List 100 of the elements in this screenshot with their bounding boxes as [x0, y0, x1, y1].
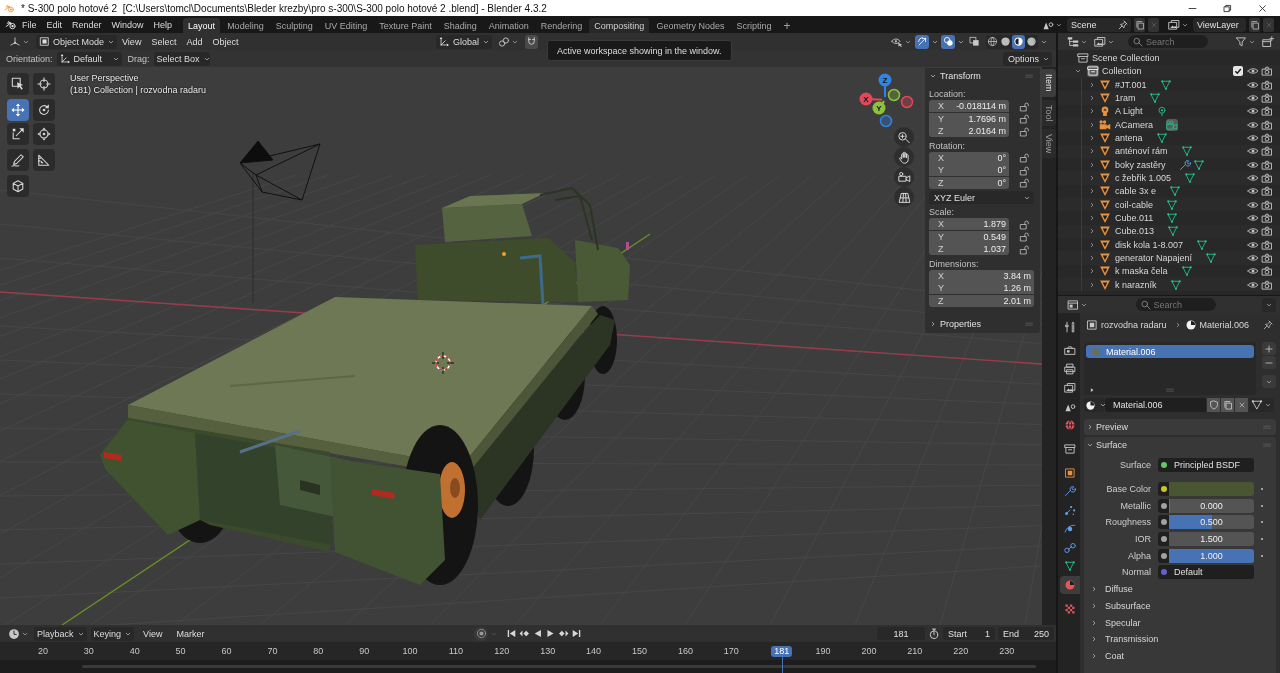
menu-item[interactable]: Window: [106, 17, 149, 32]
socket-button[interactable]: [1158, 482, 1169, 496]
triangle-mesh-icon[interactable]: [1166, 211, 1179, 224]
number-field[interactable]: X 1.879: [929, 218, 1009, 231]
remove-slot-button[interactable]: [1262, 356, 1276, 369]
camera-icon[interactable]: [1261, 265, 1273, 278]
snap-button[interactable]: [525, 34, 538, 49]
current-frame-field[interactable]: 181: [877, 627, 925, 640]
add-workspace-button[interactable]: +: [778, 18, 796, 33]
outliner-row[interactable]: #JT.001: [1058, 77, 1280, 92]
editor-type-button[interactable]: [8, 34, 31, 49]
camera-icon[interactable]: [1261, 145, 1273, 158]
chevron-icon[interactable]: [1088, 107, 1096, 116]
subpanel-header[interactable]: Diffuse: [1084, 580, 1276, 598]
overlays-toggle[interactable]: [941, 34, 955, 49]
material-slot[interactable]: Material.006: [1086, 345, 1254, 358]
skip-end-icon[interactable]: [571, 628, 582, 639]
subpanel-header[interactable]: Subsurface: [1084, 597, 1276, 615]
ring-stem-icon[interactable]: [1155, 105, 1168, 118]
copy-button[interactable]: [1221, 398, 1234, 412]
menu-item[interactable]: Add: [181, 34, 208, 49]
subpanel-header[interactable]: Specular: [1084, 614, 1276, 632]
number-field[interactable]: 1.500: [1169, 532, 1254, 547]
copy-button[interactable]: [1134, 17, 1145, 32]
triangle-mesh-icon[interactable]: [1155, 131, 1168, 144]
fake-user-button[interactable]: [1207, 398, 1220, 412]
add-slot-button[interactable]: [1262, 342, 1276, 355]
outliner-row[interactable]: antena: [1058, 131, 1280, 145]
socket-button[interactable]: [1158, 498, 1169, 513]
workspace-tab[interactable]: Sculpting: [270, 18, 318, 33]
gizmos-toggle[interactable]: [915, 34, 929, 49]
workspace-tab[interactable]: Texture Paint: [374, 18, 437, 33]
reverse-play-icon[interactable]: [532, 628, 543, 639]
stopwatch-icon[interactable]: [928, 627, 940, 640]
editor-type-button[interactable]: [7, 626, 30, 641]
subpanel-header[interactable]: Coat: [1084, 647, 1276, 665]
number-field[interactable]: X -0.018114 m: [929, 100, 1009, 113]
camera-icon[interactable]: [1261, 91, 1273, 104]
socket-button[interactable]: [1158, 515, 1169, 530]
triangle-mesh-icon[interactable]: [1159, 78, 1172, 91]
chevron-icon[interactable]: [1088, 213, 1096, 222]
chevron-icon[interactable]: [1088, 80, 1096, 89]
outliner-row[interactable]: k maska čela: [1058, 264, 1280, 278]
negative-axis-handle[interactable]: [887, 88, 901, 102]
truck-model-drawing[interactable]: [100, 186, 630, 585]
padlock-open-icon[interactable]: [1019, 177, 1030, 189]
workspace-tab[interactable]: Geometry Nodes: [651, 18, 730, 33]
chevron-icon[interactable]: [1088, 187, 1096, 196]
sidebar-tab[interactable]: View: [1042, 129, 1056, 159]
mode-dropdown[interactable]: Object Mode: [36, 34, 118, 49]
triangle-mesh-icon[interactable]: [1169, 185, 1182, 198]
orientation-dropdown[interactable]: Default: [56, 51, 122, 66]
padlock-open-icon[interactable]: [1019, 218, 1030, 230]
menu-item[interactable]: Marker: [171, 626, 210, 641]
xray-toggle[interactable]: [967, 34, 981, 49]
current-frame-marker[interactable]: 181: [771, 645, 793, 657]
material-name-field[interactable]: Material.006: [1105, 398, 1206, 412]
menu-item[interactable]: Render: [67, 17, 107, 32]
chevron-icon[interactable]: [1088, 147, 1096, 156]
negative-axis-handle[interactable]: [900, 95, 914, 109]
panel-header[interactable]: Transform: [929, 68, 981, 83]
outliner-row[interactable]: A Light: [1058, 104, 1280, 118]
tool-button[interactable]: [7, 123, 29, 145]
camera-icon[interactable]: [1261, 158, 1273, 171]
workspace-tab[interactable]: UV Editing: [319, 18, 373, 33]
triangle-mesh-icon[interactable]: [1205, 251, 1218, 264]
tool-button[interactable]: [7, 73, 29, 95]
checkbox[interactable]: [1233, 66, 1243, 77]
skip-start-icon[interactable]: [506, 628, 517, 639]
outliner-row[interactable]: cable 3x e: [1058, 184, 1280, 198]
filter-button[interactable]: [1234, 34, 1257, 49]
camera-icon[interactable]: [1261, 278, 1273, 291]
pivot-button[interactable]: [497, 34, 520, 49]
shader-field[interactable]: Principled BSDF: [1169, 457, 1254, 472]
number-field[interactable]: Z 1.037: [929, 243, 1009, 256]
tool-button[interactable]: [33, 123, 55, 145]
outliner-row[interactable]: disk kola 1-8.007: [1058, 237, 1280, 252]
drag-dropdown[interactable]: Select Box: [153, 51, 210, 66]
sidebar-tab[interactable]: Tool: [1042, 99, 1056, 127]
shading-button[interactable]: [1025, 34, 1038, 49]
triangle-mesh-icon[interactable]: [1180, 265, 1193, 278]
number-field[interactable]: X 3.84 m: [929, 269, 1034, 282]
outliner-row[interactable]: Cube.011: [1058, 211, 1280, 225]
padlock-open-icon[interactable]: [1019, 231, 1030, 243]
tool-button[interactable]: [33, 99, 55, 121]
orientation-dropdown[interactable]: Global: [436, 34, 492, 49]
chevron-icon[interactable]: [1088, 120, 1096, 129]
outliner-row[interactable]: boky zastěry: [1058, 157, 1280, 172]
play-icon[interactable]: [545, 628, 556, 639]
camera-icon[interactable]: [1261, 225, 1273, 238]
socket-button[interactable]: [1158, 457, 1169, 472]
workspace-tab[interactable]: Compositing: [589, 18, 650, 33]
editor-type-button[interactable]: [1066, 297, 1089, 312]
shading-button[interactable]: [1012, 34, 1025, 49]
menu-item[interactable]: File: [17, 17, 42, 32]
panel-header[interactable]: Properties: [929, 316, 982, 331]
pin-icon[interactable]: [1118, 19, 1128, 30]
auto-keying-button[interactable]: [474, 626, 488, 641]
shading-button[interactable]: [999, 34, 1012, 49]
triangle-mesh-icon[interactable]: [1196, 238, 1209, 251]
